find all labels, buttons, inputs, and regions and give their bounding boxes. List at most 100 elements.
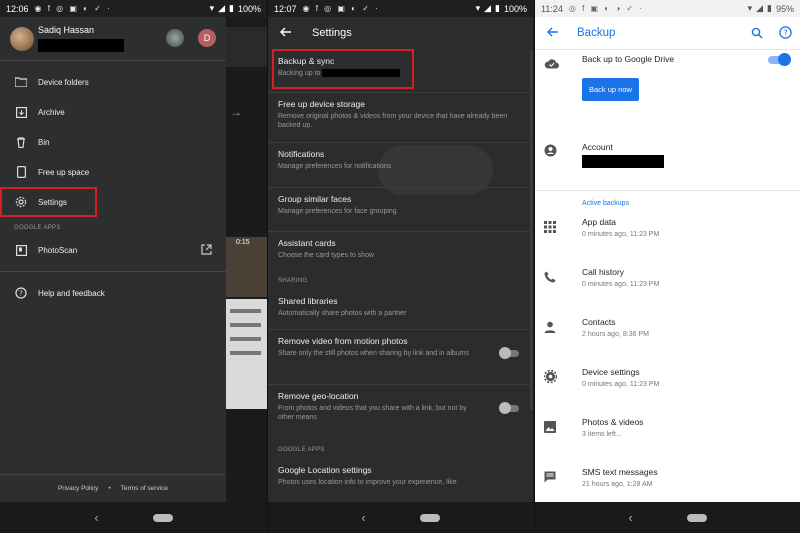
home-pill-icon[interactable] bbox=[152, 513, 173, 522]
setting-desc: Choose the card types to show bbox=[278, 252, 375, 259]
back-arrow-icon[interactable] bbox=[547, 24, 559, 42]
battery-level: 95% bbox=[775, 3, 794, 14]
setting-notifications[interactable]: Notifications Manage preferences for not… bbox=[268, 143, 533, 188]
setting-free-up-storage[interactable]: Free up device storage Remove original p… bbox=[268, 93, 533, 143]
home-pill-icon[interactable] bbox=[686, 513, 707, 522]
setting-desc: Remove original photos & videos from you… bbox=[278, 113, 508, 130]
backup-item-time: 21 hours ago, 1:28 AM bbox=[582, 481, 653, 488]
setting-assistant-cards[interactable]: Assistant cards Choose the card types to… bbox=[268, 232, 533, 268]
drawer-item-help[interactable]: ? Help and feedback bbox=[0, 278, 226, 308]
setting-remove-geo-location[interactable]: Remove geo-location From photos and vide… bbox=[268, 385, 533, 441]
wifi-icon: ▾ bbox=[747, 3, 753, 13]
account-row[interactable]: Account bbox=[535, 130, 800, 190]
setting-title: Remove geo-location bbox=[278, 391, 359, 401]
back-arrow-icon[interactable] bbox=[280, 24, 292, 42]
battery-level: 100% bbox=[503, 3, 527, 14]
privacy-policy-link[interactable]: Privacy Policy bbox=[58, 485, 98, 492]
backup-item-title: Contacts bbox=[582, 317, 616, 327]
avatar[interactable] bbox=[10, 26, 34, 51]
setting-title: Assistant cards bbox=[278, 238, 336, 248]
backup-item-title: SMS text messages bbox=[582, 467, 658, 477]
drawer-item-archive[interactable]: Archive bbox=[0, 97, 226, 127]
setting-desc: Manage preferences for notifications bbox=[278, 163, 392, 170]
backup-item-photos-videos[interactable]: Photos & videos 3 items left... bbox=[535, 417, 800, 467]
archive-icon bbox=[14, 106, 28, 118]
video-thumbnail bbox=[226, 237, 267, 297]
status-right: ▾ ◢ ▮ 95% bbox=[748, 3, 794, 14]
backup-item-title: Photos & videos bbox=[582, 417, 644, 427]
setting-group-faces[interactable]: Group similar faces Manage preferences f… bbox=[268, 188, 533, 232]
redacted-account bbox=[582, 155, 664, 168]
drawer-item-label: Device folders bbox=[38, 77, 89, 87]
backup-item-time: 0 minutes ago, 11:23 PM bbox=[582, 381, 660, 388]
drawer-footer: Privacy Policy • Terms of service bbox=[0, 474, 226, 502]
setting-title: Google Location settings bbox=[278, 465, 372, 475]
backup-item-title: Device settings bbox=[582, 367, 640, 377]
backup-item-call-history[interactable]: Call history 0 minutes ago, 11:23 PM bbox=[535, 267, 800, 317]
redacted-email bbox=[38, 39, 124, 52]
setting-backup-sync[interactable]: Backup & sync Backing up to bbox=[272, 49, 414, 89]
account-label: Account bbox=[582, 142, 613, 152]
drive-backup-toggle[interactable] bbox=[768, 53, 791, 66]
account-circle-icon bbox=[544, 144, 557, 162]
drawer-item-settings[interactable]: Settings bbox=[0, 187, 97, 217]
help-icon[interactable]: ? bbox=[779, 26, 792, 44]
drawer-item-bin[interactable]: Bin bbox=[0, 127, 226, 157]
active-backups-header: Active backups bbox=[582, 200, 630, 207]
drawer-item-device-folders[interactable]: Device folders bbox=[0, 67, 226, 97]
drawer-item-free-up-space[interactable]: Free up space bbox=[0, 157, 226, 187]
setting-title: Backup & sync bbox=[278, 56, 335, 66]
page-title: Backup bbox=[577, 27, 616, 39]
drawer-item-label: Archive bbox=[38, 107, 65, 117]
battery-icon: ▮ bbox=[495, 3, 500, 13]
setting-desc: Share only the still photos when sharing… bbox=[278, 350, 470, 357]
geo-location-toggle[interactable] bbox=[499, 402, 519, 414]
home-pill-icon[interactable] bbox=[419, 513, 440, 522]
photos-drawer-screen: 12:06 ◉ f ◎ ▣ ◐ ✓ · ▾ ◢ ▮ 100% → 0:15 Sa… bbox=[0, 0, 267, 533]
back-nav-icon[interactable]: ‹ bbox=[361, 510, 365, 525]
backup-item-time: 3 items left... bbox=[582, 431, 622, 438]
setting-remove-motion-video[interactable]: Remove video from motion photos Share on… bbox=[268, 330, 533, 385]
backup-item-app-data[interactable]: App data 0 minutes ago, 11:23 PM bbox=[535, 217, 800, 267]
help-icon: ? bbox=[14, 287, 28, 299]
background-card bbox=[226, 27, 267, 67]
back-nav-icon[interactable]: ‹ bbox=[628, 510, 632, 525]
drawer-item-photoscan[interactable]: PhotoScan bbox=[0, 235, 226, 265]
backup-item-device-settings[interactable]: Device settings 0 minutes ago, 11:23 PM bbox=[535, 367, 800, 417]
account-avatar-2[interactable]: D bbox=[198, 29, 216, 47]
drawer-item-label: Bin bbox=[38, 137, 50, 147]
notification-icons: ◉ f ◎ ▣ ◐ ✓ · bbox=[34, 4, 112, 13]
cloud-done-icon bbox=[544, 56, 559, 74]
back-up-now-button[interactable]: Back up now bbox=[582, 78, 639, 101]
wifi-icon: ▾ bbox=[475, 3, 481, 13]
setting-location[interactable]: Google Location settings Photos uses loc… bbox=[268, 459, 533, 487]
open-external-icon bbox=[201, 244, 212, 257]
backup-drive-row: Back up to Google Drive Back up now bbox=[535, 50, 800, 130]
setting-shared-libraries[interactable]: Shared libraries Automatically share pho… bbox=[268, 290, 533, 330]
search-icon[interactable] bbox=[751, 26, 763, 44]
account-avatar-1[interactable] bbox=[166, 29, 184, 47]
backup-app-bar: Backup ? bbox=[535, 17, 800, 50]
status-bar: 11:24 ◎ f ▣ ◐ ◑ ✓ · ▾ ◢ ▮ 95% bbox=[535, 0, 800, 17]
battery-icon: ▮ bbox=[767, 3, 772, 13]
backup-item-contacts[interactable]: Contacts 2 hours ago, 8:36 PM bbox=[535, 317, 800, 367]
back-nav-icon[interactable]: ‹ bbox=[94, 510, 98, 525]
signal-icon: ◢ bbox=[218, 3, 226, 13]
status-right: ▾ ◢ ▮ 100% bbox=[210, 3, 261, 14]
status-bar: 12:06 ◉ f ◎ ▣ ◐ ✓ · ▾ ◢ ▮ 100% bbox=[0, 0, 267, 17]
setting-title: Shared libraries bbox=[278, 296, 338, 306]
backup-target-label: Backing up to bbox=[278, 70, 321, 77]
drawer-item-label: PhotoScan bbox=[38, 245, 78, 255]
drawer-header: Sadiq Hassan D bbox=[0, 17, 226, 60]
video-duration: 0:15 bbox=[236, 239, 250, 246]
gear-icon bbox=[14, 196, 28, 208]
message-icon bbox=[544, 470, 556, 488]
signal-icon: ◢ bbox=[756, 3, 764, 13]
settings-screen: 12:07 ◉ f ◎ ▣ ◐ ✓ · ▾ ◢ ▮ 100% Settings … bbox=[267, 0, 533, 533]
system-nav-bar: ‹ bbox=[535, 502, 800, 533]
google-apps-header: GOOGLE APPS bbox=[14, 225, 61, 231]
setting-title: Group similar faces bbox=[278, 194, 352, 204]
motion-video-toggle[interactable] bbox=[499, 347, 519, 359]
terms-of-service-link[interactable]: Terms of service bbox=[121, 485, 168, 492]
status-bar: 12:07 ◉ f ◎ ▣ ◐ ✓ · ▾ ◢ ▮ 100% bbox=[268, 0, 533, 17]
